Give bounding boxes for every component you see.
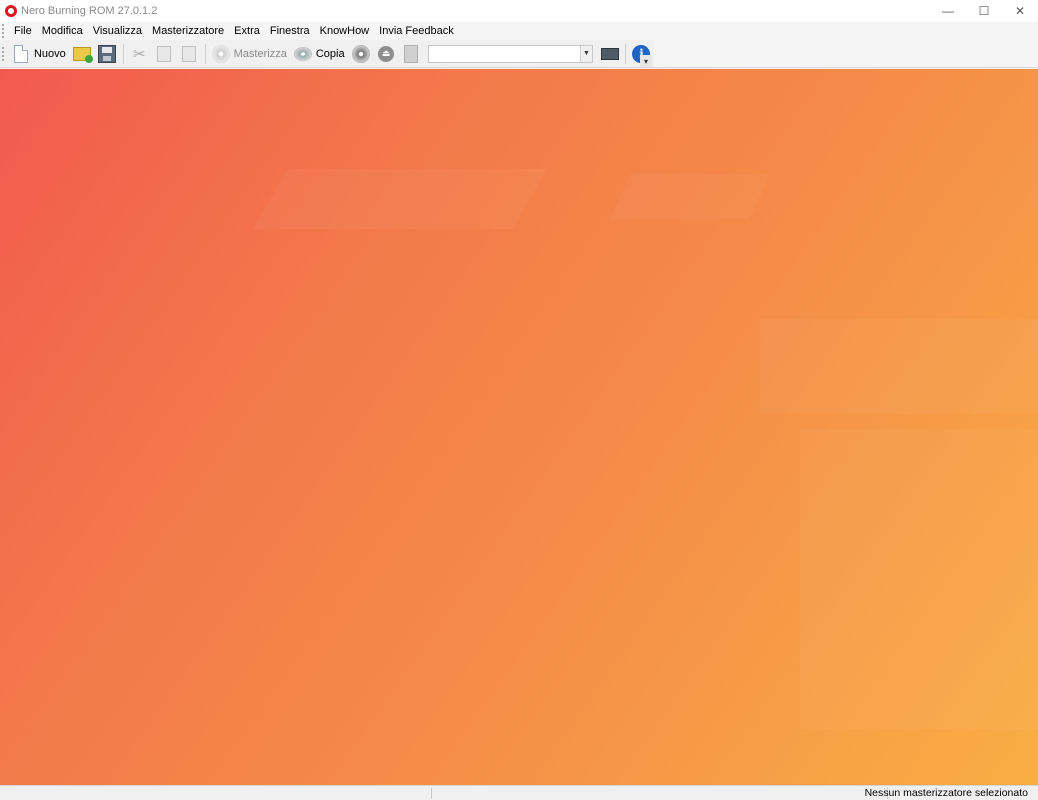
copy-icon	[157, 45, 172, 62]
new-document-icon	[14, 44, 29, 63]
toolbar-overflow-button[interactable]: ▾	[640, 55, 652, 67]
cut-button[interactable]: ✂	[130, 44, 149, 64]
toolbar-grip-handle[interactable]	[2, 46, 5, 61]
menu-bar: File Modifica Visualizza Masterizzatore …	[0, 22, 1038, 40]
background-shape	[800, 429, 1038, 729]
menu-masterizzatore[interactable]: Masterizzatore	[147, 22, 229, 40]
background-shape	[609, 174, 771, 219]
save-disk-icon	[98, 44, 117, 63]
menu-finestra[interactable]: Finestra	[265, 22, 315, 40]
open-button[interactable]	[73, 44, 94, 64]
title-bar: Nero Burning ROM 27.0.1.2 — ☐ ✕	[0, 0, 1038, 22]
disc-info-button[interactable]	[352, 44, 371, 64]
new-label[interactable]: Nuovo	[34, 48, 66, 60]
burn-label[interactable]: Masterizza	[234, 48, 287, 60]
toolbar-separator	[625, 43, 626, 64]
erase-button[interactable]	[402, 44, 421, 64]
minimize-button[interactable]: —	[930, 0, 966, 22]
toolbar-empty-area	[654, 40, 1038, 68]
save-button[interactable]	[98, 44, 117, 64]
toolbar-separator	[204, 43, 206, 64]
close-button[interactable]: ✕	[1002, 0, 1038, 22]
erase-page-icon	[404, 44, 419, 63]
menu-grip-handle[interactable]	[2, 24, 5, 38]
background-shape	[252, 169, 548, 229]
background-shape	[760, 319, 1038, 414]
copy-disc-icon	[294, 46, 313, 61]
menu-modifica[interactable]: Modifica	[37, 22, 88, 40]
status-bar: Nessun masterizzatore selezionato	[0, 785, 1038, 800]
menu-file[interactable]: File	[9, 22, 37, 40]
menu-invia-feedback[interactable]: Invia Feedback	[374, 22, 459, 40]
disc-info-icon	[352, 44, 371, 63]
open-folder-icon	[73, 46, 94, 63]
eject-button[interactable]: ⏏	[377, 44, 396, 64]
new-compilation-button[interactable]	[12, 44, 31, 64]
recorder-status-text: Nessun masterizzatore selezionato	[864, 787, 1028, 799]
scissors-icon: ✂	[132, 45, 146, 63]
burn-button[interactable]	[212, 44, 231, 64]
workspace-background	[0, 69, 1038, 785]
window-title: Nero Burning ROM 27.0.1.2	[21, 5, 158, 17]
copy-disc-button[interactable]	[294, 44, 313, 64]
recorder-select[interactable]: ▼	[427, 44, 594, 63]
menu-knowhow[interactable]: KnowHow	[315, 22, 375, 40]
maximize-button[interactable]: ☐	[966, 0, 1002, 22]
copy-button[interactable]	[155, 44, 174, 64]
eject-icon: ⏏	[378, 45, 395, 62]
burn-disc-icon	[212, 44, 231, 63]
nero-logo-icon	[5, 5, 17, 17]
chevron-down-icon[interactable]: ▼	[580, 45, 593, 62]
drive-icon	[600, 47, 619, 60]
toolbar-separator	[122, 43, 124, 64]
copy-disc-label[interactable]: Copia	[316, 48, 345, 60]
status-divider	[431, 788, 432, 799]
menu-extra[interactable]: Extra	[229, 22, 265, 40]
paste-icon	[182, 45, 197, 62]
menu-visualizza[interactable]: Visualizza	[88, 22, 147, 40]
window-controls: — ☐ ✕	[930, 0, 1038, 22]
drive-button[interactable]	[600, 44, 619, 64]
paste-button[interactable]	[180, 44, 199, 64]
main-toolbar: Nuovo ✂ Masterizza Copia ⏏ ▼ i	[0, 40, 654, 68]
